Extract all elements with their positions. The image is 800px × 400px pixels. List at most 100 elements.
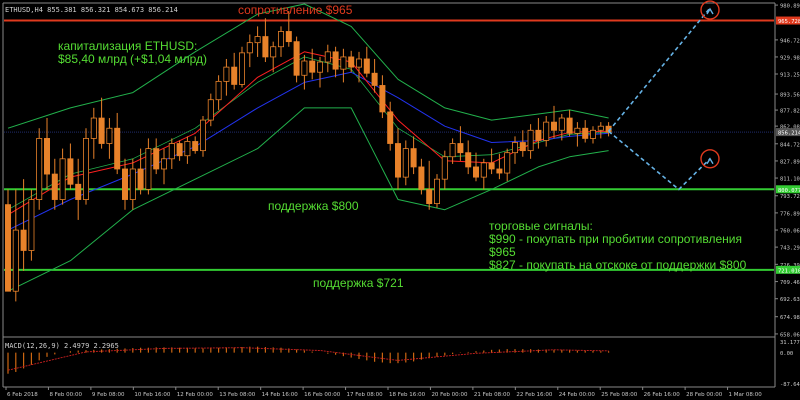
candle-body — [512, 142, 519, 154]
candle-body — [590, 129, 597, 139]
price-highlight-label: 965.728 — [778, 19, 800, 25]
candle-body — [114, 127, 121, 170]
candle-body — [231, 66, 238, 85]
candle-body — [472, 166, 479, 178]
candle-body — [355, 58, 362, 68]
time-tick-label: 22 Feb 16:00 — [516, 392, 553, 398]
time-tick-label: 21 Feb 08:00 — [474, 392, 511, 398]
candle-body — [145, 148, 152, 190]
price-tick-label: 658.065 — [780, 332, 800, 338]
time-tick-label: 14 Feb 16:00 — [262, 392, 299, 398]
support-721-label: поддержка $721 — [313, 276, 404, 290]
candle-body — [223, 66, 230, 82]
price-highlight-label: 800.077 — [778, 188, 800, 194]
signal-1a: $990 - покупать при пробитии сопротивлен… — [489, 232, 742, 246]
candle-body — [457, 143, 464, 154]
time-tick-label: 25 Feb 08:00 — [601, 392, 638, 398]
symbol-info: ETHUSD,H4 855.381 856.321 854.673 856.21… — [5, 6, 178, 14]
candle-body — [20, 229, 27, 251]
candle-body — [480, 162, 487, 178]
candle-body — [465, 152, 472, 168]
candle-body — [340, 56, 347, 70]
candle-body — [153, 148, 160, 170]
candle-body — [301, 60, 308, 76]
candle-body — [519, 142, 526, 152]
candle-body — [67, 158, 74, 185]
time-tick-label: 17 Feb 08:00 — [347, 392, 384, 398]
signal-2: $827 - покупать на отскоке от поддержки … — [489, 258, 747, 272]
price-tick-label: 692.635 — [780, 297, 800, 303]
candle-body — [535, 129, 542, 141]
time-tick-label: 26 Feb 16:00 — [644, 392, 681, 398]
price-highlight-label: 721.010 — [778, 268, 800, 274]
candle-body — [363, 58, 370, 74]
candle-body — [129, 168, 136, 200]
price-tick-label: 844.720 — [780, 142, 800, 148]
candle-body — [285, 31, 292, 43]
candle-body — [402, 148, 409, 178]
resistance-label: сопротивление $965 — [238, 3, 353, 17]
candle-body — [75, 183, 82, 200]
candle-body — [418, 166, 425, 190]
candle-body — [293, 41, 300, 76]
candle-body — [44, 138, 51, 175]
cap-value: $85,40 млрд (+$1,04 млрд) — [58, 52, 207, 66]
candle-body — [176, 143, 183, 157]
candle-body — [379, 85, 386, 113]
signals-title: торговые сигналы: — [489, 219, 593, 233]
signal-1b: $965 — [489, 245, 516, 259]
candle-body — [441, 156, 448, 180]
time-tick-label: 8 Feb 00:00 — [49, 392, 82, 398]
candle-body — [449, 143, 456, 158]
price-tick-label: 743.295 — [780, 246, 800, 252]
candle-body — [324, 51, 331, 63]
time-tick-label: 6 Feb 2018 — [7, 392, 38, 398]
candle-body — [90, 117, 97, 139]
support-800-label: поддержка $800 — [268, 199, 359, 213]
price-tick-label: 877.825 — [780, 109, 800, 115]
cap-title: капитализация ETHUSD: — [58, 39, 197, 53]
time-tick-label: 16 Feb 00:00 — [304, 392, 341, 398]
time-tick-label: 1 Mar 08:00 — [729, 392, 763, 398]
candle-body — [238, 52, 245, 85]
price-tick-label: 946.720 — [780, 38, 800, 44]
price-tick-label: 709.460 — [780, 280, 800, 286]
candle-body — [433, 178, 440, 205]
candle-body — [527, 129, 534, 152]
time-tick-label: 13 Feb 08:00 — [219, 392, 256, 398]
time-tick-label: 28 Feb 00:00 — [686, 392, 723, 398]
candle-body — [51, 173, 58, 200]
price-tick-label: 811.100 — [780, 177, 800, 183]
candle-body — [5, 204, 11, 292]
candle-body — [262, 36, 269, 58]
candle-body — [122, 168, 129, 200]
candle-body — [137, 168, 144, 190]
candle-body — [160, 158, 167, 170]
price-tick-label: 893.565 — [780, 93, 800, 99]
candle-body — [106, 127, 113, 144]
candle-body — [574, 127, 581, 134]
price-tick-label: 913.250 — [780, 72, 800, 78]
candle-body — [488, 162, 495, 170]
time-tick-label: 18 Feb 16:00 — [389, 392, 426, 398]
candle-body — [309, 60, 316, 73]
price-highlight-label: 856.214 — [778, 131, 800, 137]
candle-body — [28, 199, 35, 251]
price-tick-label: 793.725 — [780, 194, 800, 200]
candle-body — [566, 117, 573, 134]
candle-body — [12, 229, 19, 292]
price-tick-label: 760.060 — [780, 229, 800, 235]
price-tick-label: 674.980 — [780, 315, 800, 321]
candle-body — [558, 117, 565, 131]
price-tick-label: 827.895 — [780, 159, 800, 165]
candle-body — [426, 188, 433, 205]
candle-body — [316, 61, 323, 73]
candle-body — [270, 46, 277, 58]
macd-tick-label: 0.00 — [780, 351, 793, 357]
candle-body — [83, 138, 90, 200]
candle-body — [277, 31, 284, 48]
candle-body — [597, 125, 604, 131]
price-chart[interactable]: ETHUSD,H4 855.381 856.321 854.673 856.21… — [0, 0, 800, 400]
candle-body — [59, 158, 66, 200]
price-tick-label: 929.985 — [780, 55, 800, 61]
